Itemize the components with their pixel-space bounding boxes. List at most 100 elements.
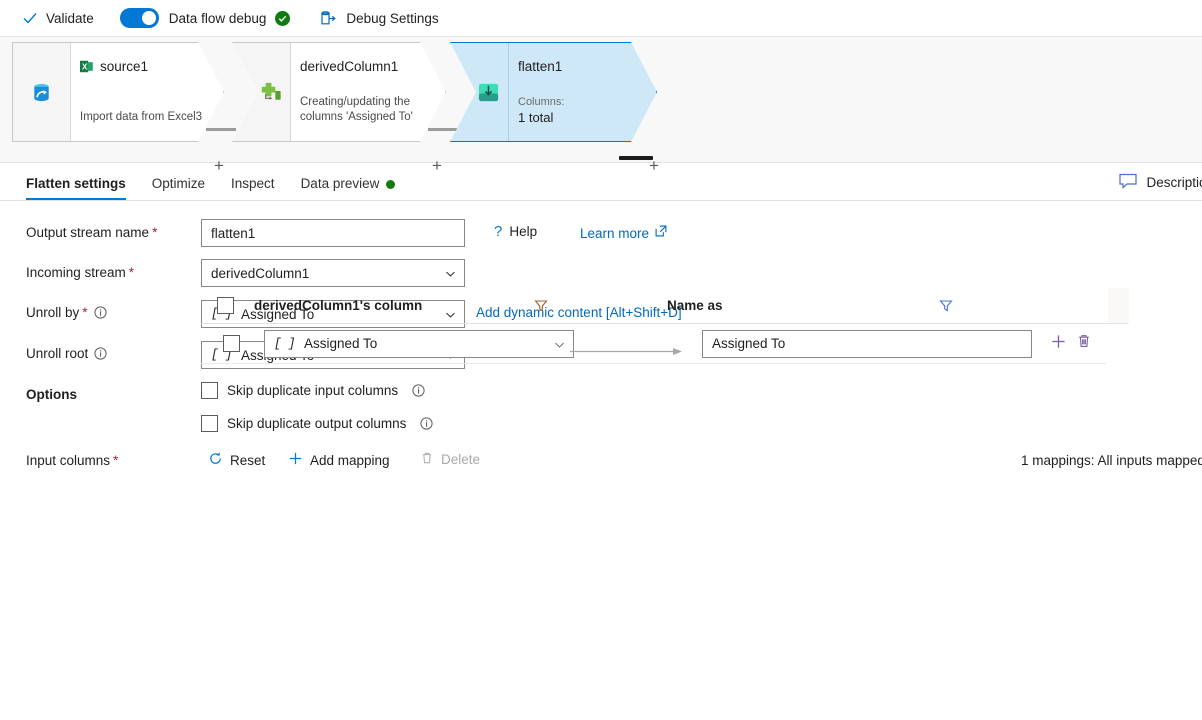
node-columns-label: Columns:: [518, 96, 565, 108]
required-marker: *: [113, 453, 119, 468]
success-check-icon: [275, 10, 291, 26]
row-name-as-input[interactable]: Assigned To: [702, 329, 1032, 358]
info-icon[interactable]: [420, 417, 433, 430]
output-stream-name-label: Output stream name: [26, 225, 150, 240]
skip-duplicate-input-columns-label: Skip duplicate input columns: [227, 383, 399, 398]
row-delete-mapping-icon[interactable]: [1076, 333, 1092, 354]
debug-settings-label: Debug Settings: [346, 10, 439, 26]
delete-mapping-button: Delete: [420, 451, 480, 468]
flatten-settings-panel: Output stream name * flatten1 ? Help Lea…: [0, 201, 1202, 720]
derived-column-icon: [233, 43, 291, 141]
skip-duplicate-input-columns-checkbox[interactable]: [201, 382, 218, 399]
incoming-stream-label: Incoming stream: [26, 265, 126, 280]
row-add-mapping-icon[interactable]: [1050, 333, 1067, 355]
required-marker: *: [82, 305, 88, 320]
skip-duplicate-output-columns-label: Skip duplicate output columns: [227, 416, 407, 431]
mapping-arrow-icon: [570, 343, 684, 355]
external-link-icon: [655, 224, 667, 242]
required-marker: *: [152, 225, 158, 240]
help-label: Help: [509, 224, 538, 239]
node-title: flatten1: [518, 59, 646, 74]
canvas-node-flatten1[interactable]: flatten1 Columns: 1 total: [450, 42, 657, 142]
data-flow-debug-label: Data flow debug: [168, 10, 267, 26]
skip-duplicate-output-columns-checkbox[interactable]: [201, 415, 218, 432]
add-mapping-button[interactable]: Add mapping: [288, 451, 390, 469]
node-columns-info: Columns: 1 total: [518, 95, 640, 125]
add-mapping-label: Add mapping: [310, 452, 390, 468]
node-subtitle: Import data from Excel3: [80, 111, 203, 123]
node-title: derivedColumn1: [300, 59, 435, 74]
description-button[interactable]: Description: [1119, 173, 1202, 192]
tab-inspect[interactable]: Inspect: [231, 176, 275, 200]
info-icon[interactable]: [412, 384, 425, 397]
input-columns-label: Input columns: [26, 453, 111, 468]
tab-label: Inspect: [231, 176, 275, 191]
row-source-column-value: Assigned To: [304, 336, 378, 351]
node-title-text: source1: [100, 59, 149, 74]
toggle-switch[interactable]: [119, 8, 159, 28]
panel-resize-handle[interactable]: [619, 156, 653, 160]
column-header-target: Name as: [667, 298, 723, 313]
input-columns-label-group: Input columns *: [26, 453, 118, 468]
chevron-down-icon: [445, 268, 456, 279]
unroll-by-label: Unroll by: [26, 305, 80, 320]
delete-label: Delete: [441, 452, 481, 467]
incoming-stream-dropdown[interactable]: derivedColumn1: [201, 259, 465, 287]
output-stream-name-value: flatten1: [211, 225, 256, 241]
tab-data-preview[interactable]: Data preview: [301, 176, 396, 200]
required-marker: *: [128, 265, 135, 280]
output-stream-name-input[interactable]: flatten1: [201, 219, 465, 247]
excel-source-icon: X: [80, 60, 93, 73]
column-header-source: derivedColumn1's column: [254, 298, 423, 313]
chevron-down-icon: [554, 338, 565, 349]
trash-icon: [420, 451, 434, 468]
unroll-by-label-group: Unroll by *: [26, 305, 107, 320]
filter-icon[interactable]: [939, 299, 953, 313]
info-icon[interactable]: [93, 306, 107, 319]
database-source-icon: [13, 43, 71, 141]
mapping-table-header: derivedColumn1's column Name as: [201, 288, 1128, 324]
incoming-stream-label-group: Incoming stream *: [26, 265, 134, 280]
canvas-node-source1[interactable]: X source1 Import data from Excel3: [12, 42, 224, 142]
debug-settings-button[interactable]: Debug Settings: [320, 0, 439, 36]
debug-database-icon: [320, 10, 337, 27]
row-source-column-dropdown[interactable]: [ ] Assigned To: [264, 329, 574, 358]
unroll-root-label: Unroll root: [26, 346, 89, 361]
plus-icon: [288, 451, 303, 469]
tab-optimize[interactable]: Optimize: [152, 176, 205, 200]
node-subtitle: Creating/updating the columns 'Assigned …: [300, 96, 413, 123]
select-all-checkbox[interactable]: [217, 297, 234, 314]
flatten-icon: [451, 43, 509, 141]
learn-more-link[interactable]: Learn more: [580, 226, 649, 241]
svg-text:X: X: [82, 62, 88, 71]
info-icon[interactable]: [94, 347, 107, 360]
row-select-checkbox[interactable]: [223, 335, 240, 352]
data-flow-canvas[interactable]: X source1 Import data from Excel3 + deri…: [0, 37, 1202, 174]
node-title: X source1: [80, 59, 213, 74]
data-preview-status-dot: [386, 179, 396, 189]
validate-button[interactable]: Validate: [22, 0, 94, 36]
incoming-stream-value: derivedColumn1: [211, 265, 310, 281]
help-button[interactable]: ? Help: [494, 223, 537, 240]
reset-button[interactable]: Reset: [208, 451, 265, 469]
data-flow-debug-toggle[interactable]: Data flow debug: [119, 0, 291, 36]
tab-flatten-settings[interactable]: Flatten settings: [26, 176, 126, 200]
canvas-node-derivedcolumn1[interactable]: derivedColumn1 Creating/updating the col…: [232, 42, 446, 142]
node-title-text: derivedColumn1: [300, 59, 399, 74]
description-label: Description: [1146, 175, 1202, 190]
output-stream-name-label-group: Output stream name *: [26, 225, 157, 240]
checkmark-icon: [22, 10, 38, 26]
settings-tabstrip: Flatten settings Optimize Inspect Data p…: [0, 163, 1202, 201]
reset-label: Reset: [230, 452, 266, 468]
tab-label: Flatten settings: [26, 176, 126, 191]
skip-duplicate-input-columns-row[interactable]: Skip duplicate input columns: [201, 382, 425, 399]
refresh-icon: [208, 451, 223, 469]
filter-icon[interactable]: [534, 299, 548, 313]
node-title-text: flatten1: [518, 59, 563, 74]
skip-duplicate-output-columns-row[interactable]: Skip duplicate output columns: [201, 415, 433, 432]
array-type-tag: [ ]: [274, 336, 296, 351]
row-name-as-value: Assigned To: [712, 336, 786, 351]
options-label: Options: [26, 387, 77, 402]
question-icon: ?: [494, 223, 503, 240]
node-columns-value: 1 total: [518, 110, 554, 125]
